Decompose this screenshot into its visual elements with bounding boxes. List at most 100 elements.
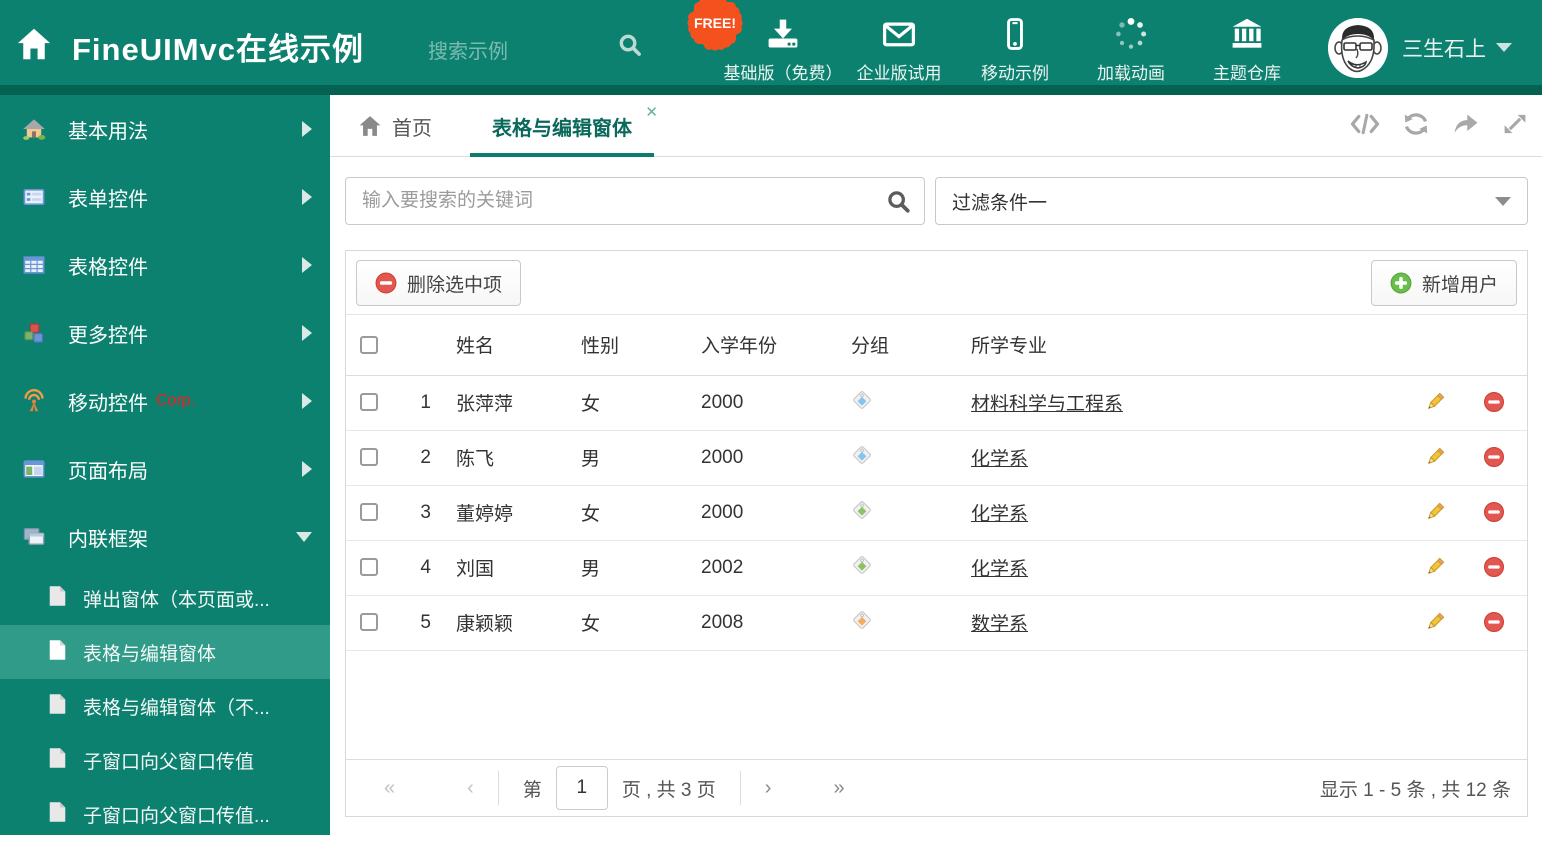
tag-icon — [853, 500, 871, 519]
file-icon — [48, 747, 67, 774]
sidebar-item-grid-controls[interactable]: 表格控件 — [0, 231, 330, 299]
plus-circle-icon — [1390, 272, 1412, 294]
sidebar-item-page-layout[interactable]: 页面布局 — [0, 435, 330, 503]
share-icon[interactable] — [1452, 111, 1480, 142]
sidebar-item-more-controls[interactable]: 更多控件 — [0, 299, 330, 367]
delete-icon[interactable] — [1483, 501, 1505, 523]
grid-panel: 删除选中项 新增用户 姓名 性别 入学年份 分组 所学专业 1 张萍萍 女 20… — [345, 250, 1528, 817]
major-link[interactable]: 化学系 — [971, 504, 1028, 525]
page-number-input[interactable] — [555, 766, 608, 810]
app-header: FineUIMvc在线示例 搜索示例 FREE! 基础版（免费） 企业版试用 移… — [0, 0, 1542, 95]
edit-icon[interactable] — [1424, 501, 1446, 523]
tab-home[interactable]: 首页 — [358, 95, 432, 157]
row-index: 1 — [420, 391, 431, 413]
row-checkbox[interactable] — [360, 613, 378, 632]
home-icon — [359, 116, 381, 136]
nav-item-mobile-demo[interactable]: 移动示例 — [957, 0, 1073, 95]
filter-row: 过滤条件一 — [345, 177, 1528, 225]
next-page-button[interactable]: › — [765, 777, 772, 800]
button-label: 新增用户 — [1421, 274, 1498, 296]
sidebar-item-mobile-controls[interactable]: 移动控件 Corp. — [0, 367, 330, 435]
last-page-button[interactable]: » — [833, 777, 844, 800]
select-all-checkbox[interactable] — [360, 335, 378, 354]
first-page-button[interactable]: « — [384, 777, 395, 800]
sidebar-item-label: 表单控件 — [68, 188, 148, 211]
row-checkbox[interactable] — [360, 448, 378, 467]
row-checkbox[interactable] — [360, 558, 378, 577]
pagination-bar: « ‹ 第 页 , 共 3 页 › » 显示 1 - 5 条 , 共 12 条 — [346, 759, 1527, 816]
minus-circle-icon — [375, 272, 397, 294]
nav-item-label: 基础版（免费） — [723, 63, 843, 83]
sidebar-item-label: 基本用法 — [68, 120, 148, 143]
close-icon[interactable]: ✕ — [645, 103, 658, 121]
sidebar-subitem-label: 子窗口向父窗口传值... — [83, 805, 270, 827]
sidebar-subitem-child-to-parent[interactable]: 子窗口向父窗口传值 — [0, 733, 330, 787]
major-link[interactable]: 材料科学与工程系 — [971, 394, 1123, 415]
page-suffix: 页 , 共 3 页 — [621, 779, 716, 801]
search-icon[interactable] — [886, 189, 911, 219]
prev-page-button[interactable]: ‹ — [467, 777, 474, 800]
cubes-icon — [22, 321, 46, 345]
grid-header-row: 姓名 性别 入学年份 分组 所学专业 — [346, 315, 1527, 375]
header-search-placeholder: 搜索示例 — [428, 41, 508, 63]
sidebar-item-basic-usage[interactable]: 基本用法 — [0, 95, 330, 163]
keyword-search-input[interactable] — [345, 177, 925, 225]
user-menu[interactable]: 三生石上 — [1328, 0, 1512, 95]
house-icon — [22, 117, 46, 141]
delete-selected-button[interactable]: 删除选中项 — [356, 260, 522, 306]
cell-gender: 男 — [581, 449, 601, 470]
refresh-icon[interactable] — [1402, 111, 1430, 142]
sidebar-item-form-controls[interactable]: 表单控件 — [0, 163, 330, 231]
table-icon — [22, 253, 46, 277]
sidebar-subitem-grid-edit-window-no[interactable]: 表格与编辑窗体（不... — [0, 679, 330, 733]
edit-icon[interactable] — [1424, 556, 1446, 578]
search-icon[interactable] — [617, 32, 643, 63]
major-link[interactable]: 化学系 — [971, 559, 1028, 580]
mobile-icon — [998, 12, 1032, 52]
major-link[interactable]: 化学系 — [971, 449, 1028, 470]
file-icon — [48, 585, 67, 612]
file-icon — [48, 693, 67, 720]
column-header-group[interactable]: 分组 — [841, 315, 961, 375]
nav-item-enterprise-trial[interactable]: 企业版试用 — [841, 0, 957, 95]
home-icon[interactable] — [16, 27, 52, 66]
spinner-icon — [1113, 12, 1149, 52]
header-search[interactable]: 搜索示例 — [428, 30, 643, 64]
sidebar-subitem-label: 子窗口向父窗口传值 — [83, 751, 255, 773]
sidebar-subitem-label: 弹出窗体（本页面或... — [83, 589, 270, 611]
add-user-button[interactable]: 新增用户 — [1370, 260, 1517, 306]
layout-icon — [22, 457, 46, 481]
column-header-gender[interactable]: 性别 — [571, 315, 691, 375]
tab-grid-edit-window[interactable]: 表格与编辑窗体 ✕ — [470, 95, 658, 157]
table-row: 1 张萍萍 女 2000 材料科学与工程系 — [346, 375, 1527, 430]
tag-icon — [853, 555, 871, 574]
edit-icon[interactable] — [1424, 391, 1446, 413]
frames-icon — [22, 525, 46, 549]
sidebar-item-inline-frame[interactable]: 内联框架 — [0, 503, 330, 571]
nav-item-basic-edition[interactable]: 基础版（免费） — [723, 0, 843, 95]
delete-icon[interactable] — [1483, 391, 1505, 413]
column-header-name[interactable]: 姓名 — [446, 315, 571, 375]
sidebar-subitem-grid-edit-window[interactable]: 表格与编辑窗体 — [0, 625, 330, 679]
delete-icon[interactable] — [1483, 556, 1505, 578]
nav-item-theme-repo[interactable]: 主题仓库 — [1189, 0, 1305, 95]
column-header-year[interactable]: 入学年份 — [691, 315, 841, 375]
cell-gender: 女 — [581, 394, 601, 415]
record-summary: 显示 1 - 5 条 , 共 12 条 — [1319, 779, 1511, 801]
sidebar-subitem-popup-window[interactable]: 弹出窗体（本页面或... — [0, 571, 330, 625]
avatar — [1328, 17, 1388, 78]
edit-icon[interactable] — [1424, 611, 1446, 633]
major-link[interactable]: 数学系 — [971, 614, 1028, 635]
delete-icon[interactable] — [1483, 611, 1505, 633]
column-header-major[interactable]: 所学专业 — [961, 315, 1409, 375]
delete-icon[interactable] — [1483, 446, 1505, 468]
row-checkbox[interactable] — [360, 393, 378, 412]
filter-dropdown[interactable]: 过滤条件一 — [935, 177, 1528, 225]
nav-item-loading-animation[interactable]: 加载动画 — [1073, 0, 1189, 95]
row-checkbox[interactable] — [360, 503, 378, 522]
sidebar-subitem-child-to-parent-2[interactable]: 子窗口向父窗口传值... — [0, 787, 330, 841]
edit-icon[interactable] — [1424, 446, 1446, 468]
source-code-icon[interactable] — [1350, 111, 1380, 142]
expand-icon[interactable] — [1502, 111, 1528, 142]
sidebar-item-label: 表格控件 — [68, 256, 148, 279]
